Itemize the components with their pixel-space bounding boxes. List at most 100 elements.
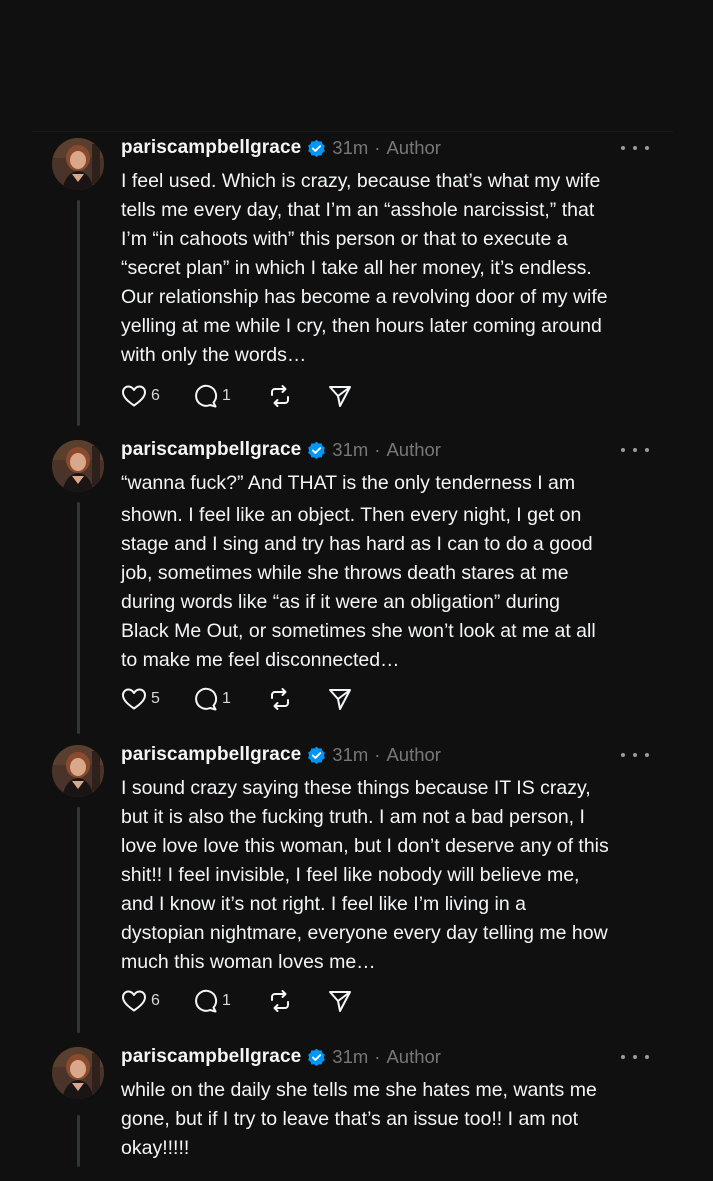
- action-bar: 5 1: [121, 684, 353, 714]
- repost-icon: [271, 385, 289, 407]
- like-count: 6: [151, 387, 160, 404]
- thread-post-3: pariscampbellgrace 31m · Author I sound …: [0, 741, 713, 1033]
- post-text: “wanna fuck?” And THAT is the only tende…: [121, 469, 661, 675]
- heart-icon: [122, 385, 146, 407]
- text-line: shown. I feel like an object. Then every…: [121, 504, 582, 526]
- text-line: I’m “in cahoots with” this person or tha…: [121, 228, 568, 250]
- post-time: 31m: [332, 1046, 369, 1067]
- reply-count: 1: [222, 992, 231, 1009]
- text-line: much this woman loves me…: [121, 951, 376, 973]
- post-header: pariscampbellgrace 31m · Author: [121, 134, 653, 162]
- top-divider: [32, 131, 673, 132]
- text-line: to make me feel disconnected…: [121, 649, 400, 671]
- action-bar: 6 1: [121, 986, 353, 1016]
- username[interactable]: pariscampbellgrace: [121, 1046, 301, 1068]
- text-line: yelling at me while I cry, then hours la…: [121, 315, 602, 337]
- thread-line: [77, 502, 80, 734]
- avatar[interactable]: [52, 440, 104, 492]
- repost-button[interactable]: [267, 989, 327, 1013]
- thread-line: [77, 807, 80, 1033]
- text-line: Our relationship has become a revolving …: [121, 286, 608, 308]
- text-line: I sound crazy saying these things becaus…: [121, 777, 591, 799]
- like-count: 5: [151, 690, 160, 707]
- thread-line: [77, 1115, 80, 1167]
- share-button[interactable]: [327, 384, 353, 408]
- repost-button[interactable]: [267, 687, 327, 711]
- text-line: stage and I sing and try has hard as I c…: [121, 533, 593, 555]
- text-line: okay!!!!!: [121, 1137, 190, 1159]
- like-button[interactable]: 6: [121, 989, 192, 1013]
- thread-post-1: pariscampbellgrace 31m · Author I feel u…: [0, 134, 713, 426]
- post-time: 31m: [332, 137, 369, 158]
- more-options-icon[interactable]: [621, 745, 649, 765]
- comment-icon: [195, 687, 218, 711]
- username[interactable]: pariscampbellgrace: [121, 744, 301, 766]
- heart-icon: [122, 688, 146, 710]
- more-options-icon[interactable]: [621, 138, 649, 158]
- verified-badge-icon: [307, 139, 326, 158]
- text-line: shit!! I feel invisible, I feel like nob…: [121, 864, 580, 886]
- like-button[interactable]: 6: [121, 384, 192, 408]
- thread-line: [77, 200, 80, 426]
- text-line: dystopian nightmare, everyone every day …: [121, 922, 608, 944]
- author-label: Author: [386, 137, 441, 158]
- meta-separator: ·: [374, 439, 381, 460]
- reply-count: 1: [222, 387, 231, 404]
- post-time: 31m: [332, 439, 369, 460]
- action-bar: 6 1: [121, 381, 353, 411]
- more-options-icon[interactable]: [621, 440, 649, 460]
- avatar[interactable]: [52, 1047, 104, 1099]
- post-text: I feel used. Which is crazy, because tha…: [121, 167, 661, 370]
- text-line: tells me every day, that I’m an “asshole…: [121, 199, 595, 221]
- text-line: “secret plan” in which I take all her mo…: [121, 257, 592, 279]
- username[interactable]: pariscampbellgrace: [121, 137, 301, 159]
- heart-icon: [122, 990, 146, 1012]
- post-time: 31m: [332, 744, 369, 765]
- comment-icon: [195, 989, 218, 1013]
- avatar[interactable]: [52, 745, 104, 797]
- send-icon: [329, 689, 351, 710]
- verified-badge-icon: [307, 441, 326, 460]
- author-label: Author: [386, 439, 441, 460]
- post-header: pariscampbellgrace 31m · Author: [121, 436, 653, 464]
- reply-button[interactable]: 1: [192, 687, 267, 711]
- thread-post-2: pariscampbellgrace 31m · Author “wanna f…: [0, 436, 713, 736]
- repost-icon: [271, 990, 289, 1012]
- verified-badge-icon: [307, 1048, 326, 1067]
- meta-separator: ·: [374, 744, 381, 765]
- text-line: love love love this woman, but I don’t d…: [121, 835, 609, 857]
- text-line: I feel used. Which is crazy, because tha…: [121, 170, 601, 192]
- verified-badge-icon: [307, 746, 326, 765]
- reply-button[interactable]: 1: [192, 989, 267, 1013]
- text-line: and I know it’s not right. I feel like I…: [121, 893, 526, 915]
- comment-icon: [195, 384, 218, 408]
- text-line: job, sometimes while she throws death st…: [121, 562, 569, 584]
- text-line: gone, but if I try to leave that’s an is…: [121, 1108, 579, 1130]
- post-text: while on the daily she tells me she hate…: [121, 1076, 661, 1163]
- repost-button[interactable]: [267, 384, 327, 408]
- repost-icon: [271, 688, 289, 710]
- username[interactable]: pariscampbellgrace: [121, 439, 301, 461]
- meta-separator: ·: [374, 137, 381, 158]
- like-button[interactable]: 5: [121, 687, 192, 711]
- text-line: during words like “as if it were an obli…: [121, 591, 560, 613]
- thread-post-4: pariscampbellgrace 31m · Author while on…: [0, 1043, 713, 1181]
- send-icon: [329, 991, 351, 1012]
- share-button[interactable]: [327, 687, 353, 711]
- share-button[interactable]: [327, 989, 353, 1013]
- text-line: while on the daily she tells me she hate…: [121, 1079, 597, 1101]
- post-header: pariscampbellgrace 31m · Author: [121, 741, 653, 769]
- send-icon: [329, 386, 351, 407]
- more-options-icon[interactable]: [621, 1047, 649, 1067]
- reply-count: 1: [222, 690, 231, 707]
- post-text: I sound crazy saying these things becaus…: [121, 774, 661, 977]
- text-line: “wanna fuck?” And THAT is the only tende…: [121, 472, 576, 494]
- author-label: Author: [386, 744, 441, 765]
- text-line: but it is also the fucking truth. I am n…: [121, 806, 585, 828]
- text-line: Black Me Out, or sometimes she won’t loo…: [121, 620, 596, 642]
- meta-separator: ·: [374, 1046, 381, 1067]
- avatar[interactable]: [52, 138, 104, 190]
- author-label: Author: [386, 1046, 441, 1067]
- like-count: 6: [151, 992, 160, 1009]
- reply-button[interactable]: 1: [192, 384, 267, 408]
